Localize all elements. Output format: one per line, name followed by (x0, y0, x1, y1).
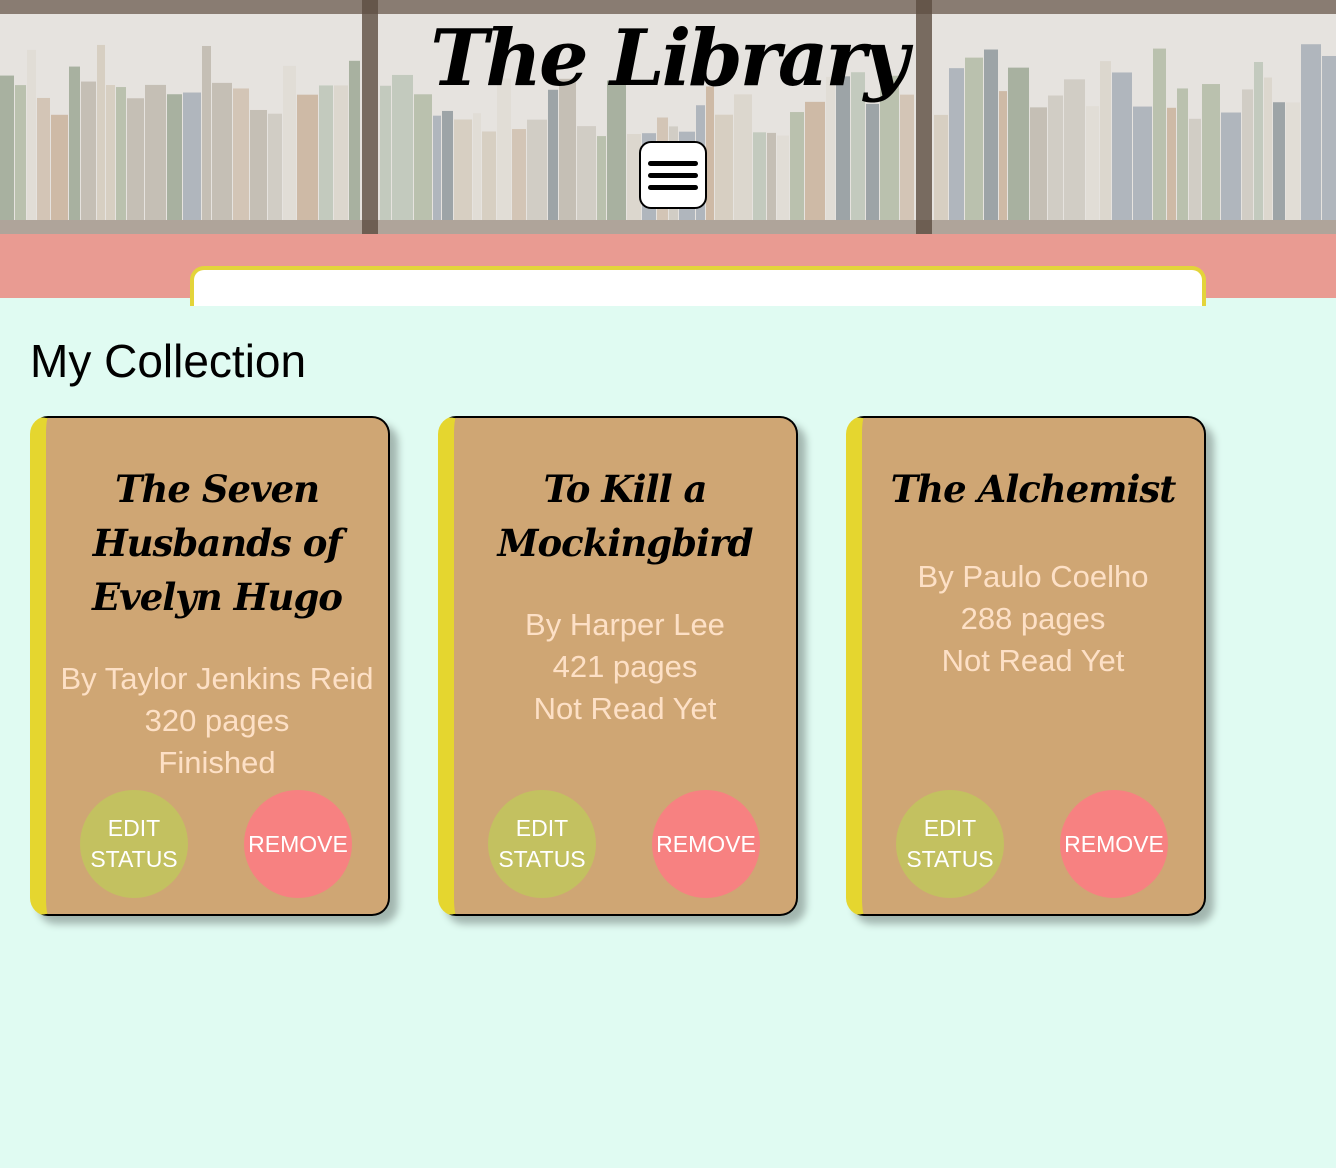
card-actions: Edit Status Remove (896, 790, 1168, 898)
book-spine (767, 132, 776, 220)
book-status: Not Read Yet (533, 691, 717, 726)
book-spine (454, 119, 472, 220)
book-spine (1202, 84, 1220, 220)
remove-button[interactable]: Remove (1060, 790, 1168, 898)
book-info: By Harper Lee 421 pages Not Read Yet (454, 604, 796, 730)
book-spine (1030, 107, 1047, 220)
book-spine (1286, 102, 1300, 220)
book-spine (51, 114, 68, 220)
book-spine (1189, 118, 1201, 220)
book-title: To Kill a Mockingbird (497, 467, 754, 565)
hamburger-menu-icon (648, 160, 698, 190)
remove-button[interactable]: Remove (652, 790, 760, 898)
book-status: Finished (158, 745, 276, 780)
book-spine (1273, 102, 1285, 220)
book-card: The Seven Husbands of Evelyn Hugo By Tay… (30, 416, 390, 916)
book-pages: 288 pages (960, 601, 1106, 636)
edit-status-button[interactable]: Edit Status (896, 790, 1004, 898)
book-spine (433, 115, 441, 220)
book-spine (106, 85, 115, 221)
main-content: My Collection The Seven Husbands of Evel… (0, 298, 1336, 916)
book-spine (548, 89, 558, 220)
book-spine (1048, 95, 1063, 220)
book-spine (116, 87, 126, 221)
edit-status-button[interactable]: Edit Status (488, 790, 596, 898)
book-spine (145, 84, 166, 220)
edit-status-button[interactable]: Edit Status (80, 790, 188, 898)
book-spine (81, 81, 96, 221)
book-spine (297, 94, 318, 220)
book-spine (183, 92, 201, 220)
book-spine (706, 86, 714, 220)
book-spine (1177, 88, 1188, 220)
book-info: By Taylor Jenkins Reid 320 pages Finishe… (46, 658, 388, 784)
book-spine (753, 132, 766, 220)
book-spine (482, 131, 496, 220)
book-spine (1133, 106, 1152, 220)
book-author: By Harper Lee (525, 607, 725, 642)
book-spine (597, 136, 606, 220)
book-pages: 320 pages (144, 703, 290, 738)
book-spine (934, 114, 948, 220)
card-actions: Edit Status Remove (488, 790, 760, 898)
book-spine (250, 109, 267, 220)
book-spine (414, 94, 432, 220)
book-spine (1221, 112, 1241, 220)
book-spine (715, 114, 733, 220)
book-spine (127, 98, 144, 220)
book-spine (167, 94, 182, 220)
header-band (0, 234, 1336, 306)
book-author: By Paulo Coelho (917, 559, 1149, 594)
book-spine (473, 113, 481, 220)
book-spine (334, 85, 348, 221)
book-spine (1242, 89, 1253, 220)
book-title: The Seven Husbands of Evelyn Hugo (92, 467, 343, 619)
book-spine (866, 103, 879, 220)
book-card-list: The Seven Husbands of Evelyn Hugo By Tay… (30, 416, 1336, 916)
book-spine (233, 88, 249, 220)
book-spine (790, 112, 804, 220)
book-spine (268, 113, 282, 220)
book-spine (442, 110, 453, 220)
book-spine (734, 94, 752, 220)
book-info: By Paulo Coelho 288 pages Not Read Yet (862, 556, 1204, 682)
menu-button[interactable] (639, 141, 707, 209)
book-card: The Alchemist By Paulo Coelho 288 pages … (846, 416, 1206, 916)
book-spine (777, 135, 789, 220)
book-spine (805, 101, 825, 220)
book-author: By Taylor Jenkins Reid (60, 661, 374, 696)
book-spine (999, 91, 1007, 220)
page-title: My Collection (30, 335, 307, 387)
book-pages: 421 pages (552, 649, 698, 684)
book-card: To Kill a Mockingbird By Harper Lee 421 … (438, 416, 798, 916)
remove-button[interactable]: Remove (244, 790, 352, 898)
book-spine (380, 85, 391, 220)
book-spine (577, 126, 596, 220)
site-header: The Library (0, 0, 1336, 234)
book-title: The Alchemist (890, 467, 1177, 511)
book-spine (212, 82, 232, 220)
book-spine (1167, 107, 1176, 220)
book-status: Not Read Yet (941, 643, 1125, 678)
book-spine (900, 94, 914, 220)
book-spine (15, 85, 26, 220)
book-spine (512, 129, 526, 220)
book-spine (527, 119, 547, 220)
site-title: The Library (430, 13, 909, 104)
book-spine (1086, 106, 1099, 220)
book-spine (37, 97, 50, 220)
card-actions: Edit Status Remove (80, 790, 352, 898)
book-spine (319, 85, 333, 221)
